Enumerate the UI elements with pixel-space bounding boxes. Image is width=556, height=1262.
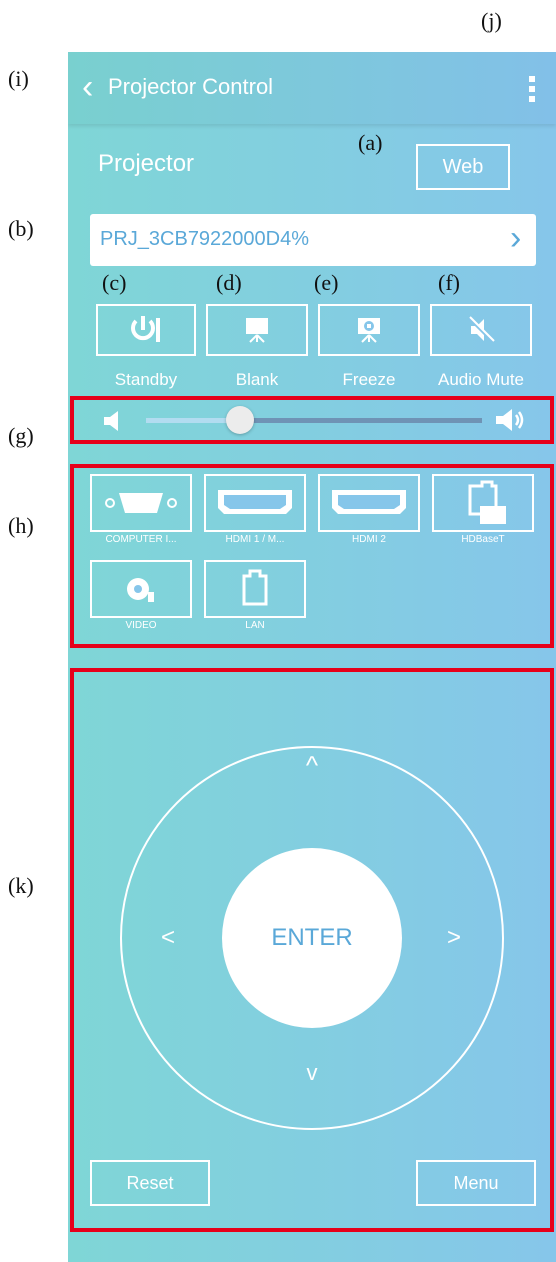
projector-control-screen: ‹ Projector Control (a) Projector Web PR…: [68, 52, 556, 1262]
video-input-icon: [127, 578, 154, 602]
annotation-d: (d): [216, 270, 242, 295]
right-button[interactable]: >: [442, 924, 466, 952]
source-hdbaset-button[interactable]: [432, 474, 534, 532]
projector-selector[interactable]: PRJ_3CB7922000D4% ›: [90, 214, 536, 266]
annotation-g: (g): [8, 423, 34, 448]
enter-label: ENTER: [271, 924, 353, 951]
audio-mute-button[interactable]: [430, 304, 532, 356]
annotation-e: (e): [314, 270, 339, 295]
source-video-button[interactable]: [90, 560, 192, 618]
source-video-label: VIDEO: [125, 620, 157, 631]
web-button[interactable]: Web: [416, 144, 510, 190]
annotation-j: (j): [481, 8, 502, 33]
projector-name: PRJ_3CB7922000D4%: [100, 228, 310, 250]
source-lan-label: LAN: [245, 620, 265, 631]
standby-label: Standby: [114, 370, 178, 389]
source-hdmi2-button[interactable]: [318, 474, 420, 532]
freeze-icon: [358, 318, 380, 343]
speaker-mute-icon: [467, 316, 495, 344]
volume-up-icon[interactable]: [494, 406, 528, 434]
power-icon: [131, 316, 160, 342]
chevron-right-icon: ›: [510, 219, 522, 257]
back-button[interactable]: ‹: [82, 68, 93, 106]
projector-label: Projector: [98, 150, 195, 177]
source-hdmi1-button[interactable]: [204, 474, 306, 532]
annotation-k: (k): [8, 873, 34, 898]
source-lan-button[interactable]: [204, 560, 306, 618]
source-computer-label: COMPUTER I...: [105, 534, 177, 545]
reset-button[interactable]: Reset: [90, 1160, 210, 1206]
left-button[interactable]: <: [156, 924, 180, 952]
enter-button[interactable]: ENTER: [222, 848, 402, 1028]
more-vertical-icon[interactable]: [528, 76, 536, 102]
annotation-b: (b): [8, 216, 34, 241]
volume-slider-thumb[interactable]: [226, 406, 254, 434]
standby-button[interactable]: [96, 304, 196, 356]
page-title: Projector Control: [108, 74, 274, 99]
lan-port-icon: [242, 569, 268, 606]
hdbaset-port-icon: [468, 480, 506, 524]
volume-down-icon[interactable]: [102, 410, 124, 432]
up-button[interactable]: ^: [300, 750, 324, 781]
menu-button[interactable]: Menu: [416, 1160, 536, 1206]
freeze-button[interactable]: [318, 304, 420, 356]
source-hdmi1-label: HDMI 1 / M...: [225, 534, 285, 545]
freeze-label: Freeze: [342, 370, 396, 389]
source-hdbaset-label: HDBaseT: [461, 534, 505, 545]
annotation-i: (i): [8, 66, 29, 91]
blank-button[interactable]: [206, 304, 308, 356]
source-computer-button[interactable]: [90, 474, 192, 532]
annotation-h: (h): [8, 513, 34, 538]
blank-label: Blank: [235, 370, 279, 389]
annotation-c: (c): [102, 270, 127, 295]
hdmi-port-icon: [332, 490, 406, 514]
down-button[interactable]: v: [300, 1060, 324, 1086]
volume-track[interactable]: [146, 418, 482, 423]
audio-mute-label: Audio Mute: [438, 370, 524, 389]
source-hdmi2-label: HDMI 2: [352, 534, 386, 545]
annotation-a: (a): [358, 130, 383, 155]
hdmi-port-icon: [218, 490, 292, 514]
blank-screen-icon: [246, 318, 268, 343]
vga-port-icon: [105, 493, 177, 513]
annotation-f: (f): [438, 270, 460, 295]
